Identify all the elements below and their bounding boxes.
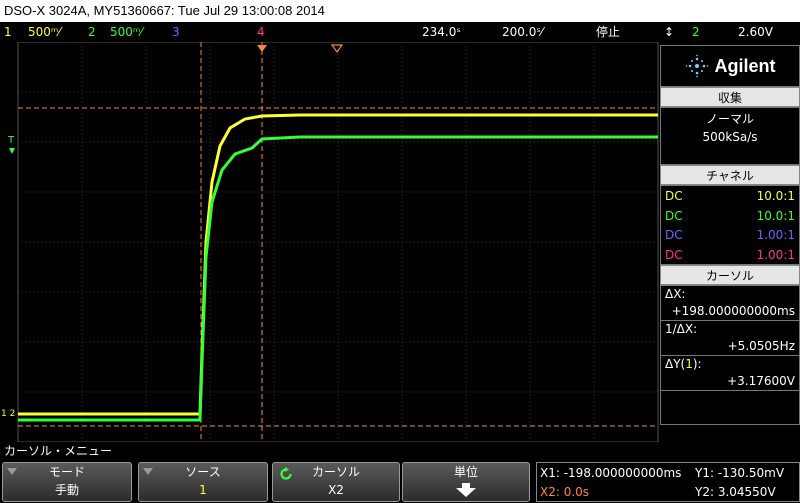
mode-softkey-value: 手動 [54,483,79,497]
ch4-number[interactable]: 4 [257,22,265,42]
cursors-header: カーソル [660,265,800,285]
cursor-x2-readout: X2: 0.0s [540,485,590,499]
channel-1-probe: 10.0:1 [756,189,795,203]
brand-name: Agilent [714,55,776,76]
channels-box: DC 10.0:1 DC 10.0:1 DC 1.00:1 DC 1.00:1 [660,185,800,265]
channel-1-coupling: DC [665,189,683,203]
trigger-level-arrow-icon [9,148,15,154]
cursor-y2-readout: Y2: 3.04550V [695,485,776,499]
units-softkey[interactable]: 単位 [402,462,530,502]
acquisition-box: ノーマル 500kSa/s [660,107,800,165]
channel-4-coupling: DC [665,247,683,262]
units-softkey-label: 単位 [453,465,478,479]
inverse-delta-x-label: 1/ΔX: [665,322,698,336]
delta-x-value: +198.000000000ms [661,303,799,321]
source-softkey[interactable]: ソース 1 [138,462,268,502]
cursor-readout: X1: -198.000000000ms X2: 0.0s Y1: -130.5… [536,462,800,502]
spark-logo-icon [685,54,708,78]
menu-title: カーソル・メニュー [0,442,800,460]
channel-2-row: DC 10.0:1 [661,207,799,227]
mode-softkey-label: モード [48,465,85,479]
acquisition-mode: ノーマル [705,112,754,126]
acquisition-header: 収集 [660,87,800,107]
window-title: DSO-X 3024A, MY51360667: Tue Jul 29 13:0… [0,0,800,22]
cursors-softkey[interactable]: カーソル X2 [272,462,400,502]
sample-rate: 500kSa/s [702,130,758,144]
rotate-knob-icon [280,467,292,480]
down-arrow-icon [456,483,476,497]
source-softkey-value: 1 [199,483,207,497]
channels-header: チャネル [660,165,800,185]
ch3-number[interactable]: 3 [172,22,180,42]
brand-logo: Agilent [660,45,800,87]
cursors-box: ΔX: +198.000000000ms 1/ΔX: +5.0505Hz ΔY(… [660,285,800,425]
softkey-indicator-icon [143,468,153,475]
ch2-number[interactable]: 2 [88,22,96,42]
trigger-level[interactable]: 2.60V [738,22,773,42]
channel-4-probe: 1.00:1 [756,247,795,262]
trigger-level-marker[interactable]: T [7,135,15,146]
graticule: T 1 2 [1,42,659,442]
delta-y-value: +3.17600V [661,373,799,391]
channel-3-coupling: DC [665,228,683,242]
status-bar: 1 500ᵐ⁄ 2 500ᵐ⁄ 3 4 234.0ˢ 200.0ˢ⁄ 停止 ↕ … [0,22,800,42]
ch2-scale[interactable]: 500ᵐ⁄ [110,22,142,42]
run-state: 停止 [596,25,621,39]
channel-2-probe: 10.0:1 [756,208,795,223]
channel-1-row: DC 10.0:1 [661,187,799,207]
channel-3-probe: 1.00:1 [756,228,795,242]
channel-4-row: DC 1.00:1 [661,246,799,266]
side-panel: Agilent 収集 ノーマル 500kSa/s チャネル DC 10.0:1 … [660,42,800,442]
inverse-delta-x-value: +5.0505Hz [661,338,799,356]
source-softkey-label: ソース [185,465,221,479]
mode-softkey[interactable]: モード 手動 [2,462,132,502]
horizontal-delay[interactable]: 234.0ˢ [422,22,461,42]
softkey-bar: モード 手動 ソース 1 カーソル X2 単位 X1: -198.0000000… [0,460,800,503]
cursor-x1-readout: X1: -198.000000000ms [540,466,682,480]
ch1-scale[interactable]: 500ᵐ⁄ [28,22,60,42]
timebase-scale[interactable]: 200.0ˢ⁄ [502,22,543,42]
cursors-softkey-value: X2 [328,483,344,497]
channel-2-coupling: DC [665,208,683,223]
ground-markers[interactable]: 1 2 [1,409,15,419]
softkey-indicator-icon [7,468,17,475]
ch1-number[interactable]: 1 [4,22,12,42]
waveform-display[interactable]: T 1 2 [0,42,660,442]
trigger-source[interactable]: 2 [692,22,700,42]
delta-y-label: ΔY(1): [665,357,702,371]
channel-3-row: DC 1.00:1 [661,226,799,246]
cursor-y1-readout: Y1: -130.50mV [695,466,785,480]
delta-x-label: ΔX: [665,287,686,301]
trigger-edge-icon: ↕ [664,25,675,39]
